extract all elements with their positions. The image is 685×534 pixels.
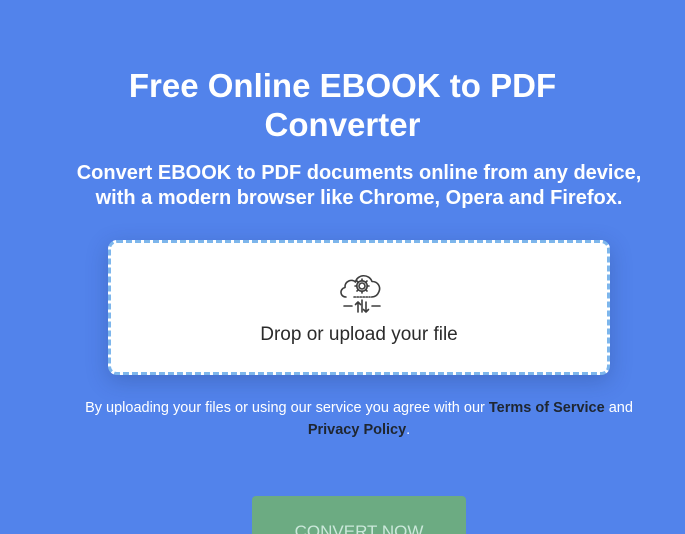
terms-text-after: .: [406, 422, 411, 438]
file-dropzone[interactable]: Drop or upload your file: [108, 240, 610, 375]
terms-of-service-link[interactable]: Terms of Service: [489, 400, 605, 416]
privacy-policy-link[interactable]: Privacy Policy: [308, 422, 406, 438]
terms-text-before: By uploading your files or using our ser…: [85, 400, 489, 416]
converter-page: Free Online EBOOK to PDF Converter Conve…: [0, 0, 685, 534]
page-title-line-2: Converter: [264, 106, 421, 143]
page-subtitle-line-2: with a modern browser like Chrome, Opera…: [95, 187, 623, 209]
page-title: Free Online EBOOK to PDF Converter: [0, 66, 685, 144]
page-title-line-1: Free Online EBOOK to PDF: [128, 67, 557, 104]
dropzone-label: Drop or upload your file: [260, 324, 458, 345]
terms-text-middle: and: [604, 400, 633, 416]
page-subtitle-line-1: Convert EBOOK to PDF documents online fr…: [76, 162, 642, 184]
page-subtitle: Convert EBOOK to PDF documents online fr…: [0, 161, 685, 211]
convert-now-button[interactable]: CONVERT NOW: [252, 496, 466, 534]
terms-notice: By uploading your files or using our ser…: [0, 397, 685, 441]
cloud-gear-upload-icon: [340, 274, 381, 313]
